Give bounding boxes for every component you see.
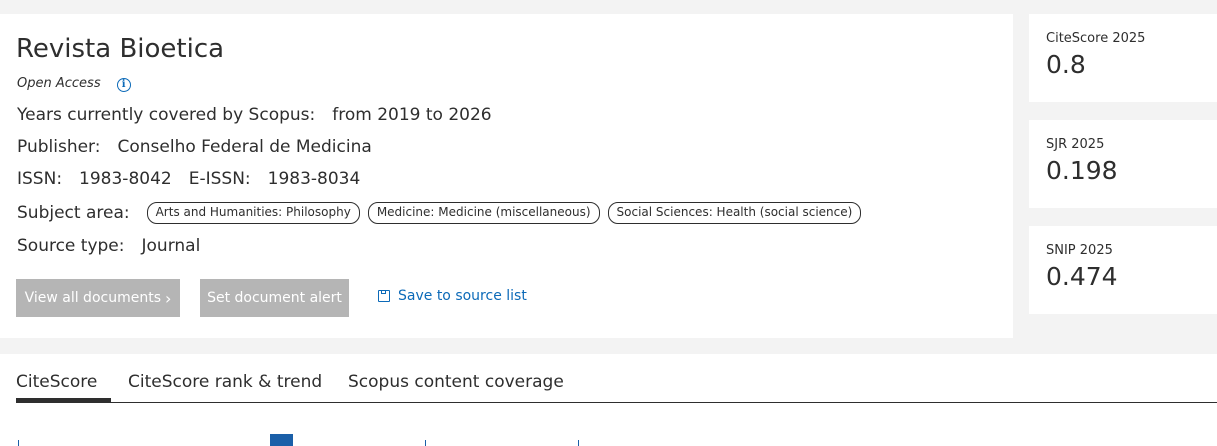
source-type-value: Journal — [141, 236, 201, 256]
publisher-value: Conselho Federal de Medicina — [117, 137, 372, 157]
subject-chip-philosophy[interactable]: Arts and Humanities: Philosophy — [146, 202, 360, 224]
publisher-label: Publisher: — [17, 137, 101, 157]
info-icon[interactable]: i — [116, 78, 131, 92]
set-document-alert-button[interactable]: Set document alert — [200, 279, 349, 317]
years-covered-value: from 2019 to 2026 — [332, 105, 492, 125]
open-access-row: Open Access i — [17, 75, 131, 92]
issn-value: 1983-8042 — [79, 169, 172, 189]
tabs-divider — [16, 402, 1217, 403]
tab-citescore-rank-trend[interactable]: CiteScore rank & trend — [128, 372, 322, 392]
publisher-row: Publisher: Conselho Federal de Medicina — [17, 137, 389, 157]
subject-chip-social-sciences[interactable]: Social Sciences: Health (social science) — [607, 202, 862, 224]
source-title: Revista Bioetica — [16, 34, 225, 64]
sjr-metric-card[interactable]: SJR 2025 0.198 — [1029, 120, 1217, 208]
snip-value: 0.474 — [1046, 262, 1118, 291]
snip-metric-card[interactable]: SNIP 2025 0.474 — [1029, 226, 1217, 314]
subject-chip-medicine[interactable]: Medicine: Medicine (miscellaneous) — [367, 202, 600, 224]
set-document-alert-label: Set document alert — [207, 290, 342, 306]
save-to-source-list-label: Save to source list — [398, 288, 527, 304]
citescore-metric-card[interactable]: CiteScore 2025 0.8 — [1029, 14, 1217, 102]
citescore-value: 0.8 — [1046, 50, 1086, 79]
view-all-documents-label: View all documents — [24, 290, 161, 306]
citescore-label: CiteScore 2025 — [1046, 31, 1146, 46]
open-access-label: Open Access — [17, 76, 101, 91]
eissn-label: E-ISSN: — [188, 169, 251, 189]
cut-off-content-mark — [18, 440, 19, 446]
view-all-documents-button[interactable]: View all documents › — [16, 279, 180, 317]
sjr-value: 0.198 — [1046, 156, 1118, 185]
subject-area-row: Subject area: Arts and Humanities: Philo… — [17, 202, 869, 224]
cut-off-dropdown-button[interactable] — [270, 434, 293, 446]
save-icon — [378, 290, 390, 302]
snip-label: SNIP 2025 — [1046, 243, 1113, 258]
sjr-label: SJR 2025 — [1046, 137, 1105, 152]
eissn-value: 1983-8034 — [267, 169, 361, 189]
source-type-label: Source type: — [17, 236, 125, 256]
save-to-source-list-link[interactable]: Save to source list — [378, 288, 527, 304]
metrics-tabs-panel: CiteScore CiteScore rank & trend Scopus … — [0, 354, 1217, 446]
source-details-page: Revista Bioetica Open Access i Years cur… — [0, 0, 1217, 446]
source-info-card: Revista Bioetica Open Access i Years cur… — [0, 14, 1013, 338]
cut-off-content-mark — [425, 440, 426, 446]
issn-row: ISSN: 1983-8042 E-ISSN: 1983-8034 — [17, 169, 377, 189]
cut-off-content-mark — [578, 440, 579, 446]
source-type-row: Source type: Journal — [17, 236, 217, 256]
issn-label: ISSN: — [17, 169, 63, 189]
tab-scopus-content-coverage[interactable]: Scopus content coverage — [348, 372, 564, 392]
years-covered-row: Years currently covered by Scopus: from … — [17, 105, 509, 125]
subject-area-label: Subject area: — [17, 203, 130, 223]
chevron-right-icon: › — [165, 288, 172, 308]
years-covered-label: Years currently covered by Scopus: — [17, 105, 316, 125]
tab-citescore[interactable]: CiteScore — [16, 372, 97, 392]
